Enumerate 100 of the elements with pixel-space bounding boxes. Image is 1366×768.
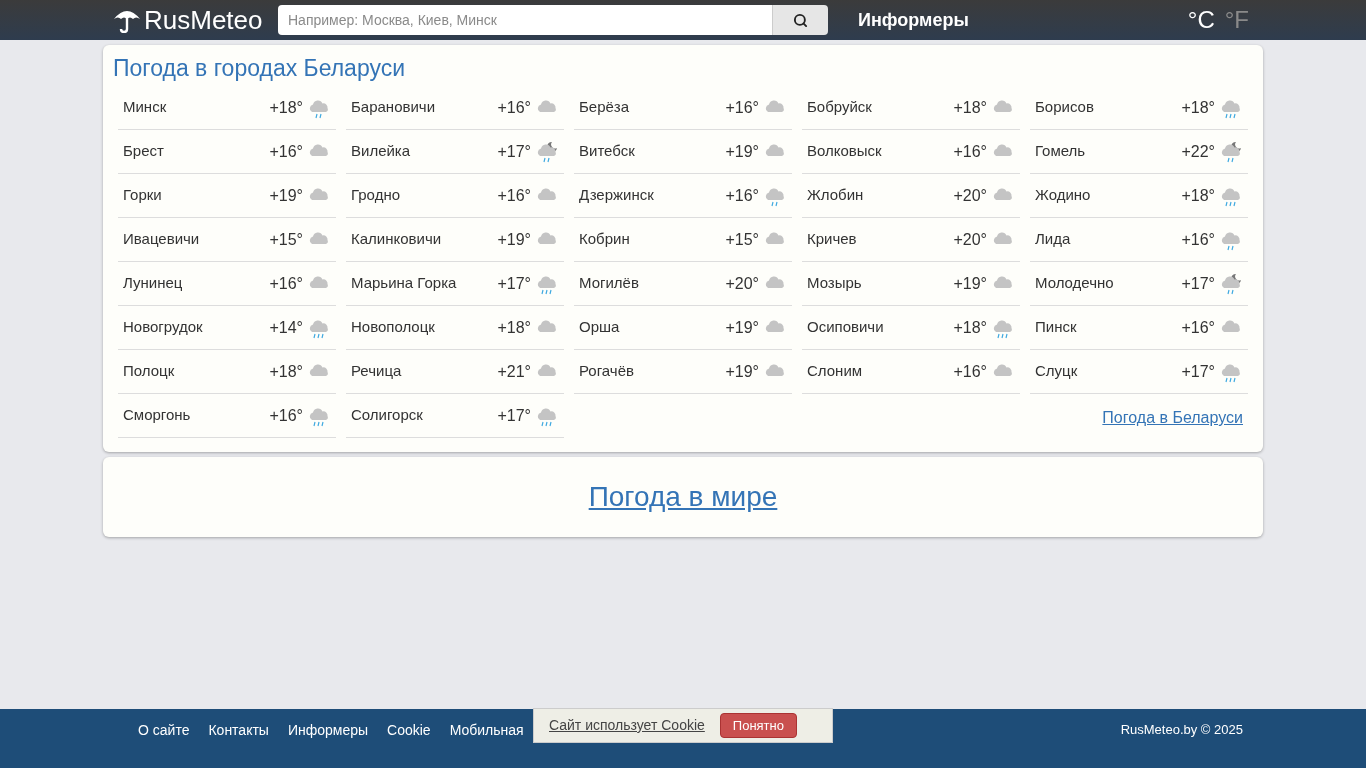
temperature: +16° (1181, 229, 1215, 250)
city-name: Кобрин (579, 229, 631, 250)
city-name: Слуцк (1035, 361, 1079, 382)
temperature: +17° (1181, 361, 1215, 382)
temperature: +18° (497, 317, 531, 338)
temperature: +16° (725, 185, 759, 206)
temperature: +16° (497, 97, 531, 118)
city-name: Орша (579, 317, 621, 338)
temperature: +15° (269, 229, 303, 250)
city-row[interactable]: Витебск +19° (574, 130, 792, 174)
site-logo[interactable]: RusMeteo (144, 7, 263, 33)
accept-button[interactable]: Понятно (719, 712, 797, 739)
city-row[interactable]: Волковыск +16° (802, 130, 1020, 174)
city-row[interactable]: Полоцк +18° (118, 350, 336, 394)
world-weather-link[interactable]: Погода в мире (588, 476, 778, 518)
temperature: +21° (497, 361, 531, 382)
city-name: Речица (351, 361, 403, 382)
temperature: +16° (269, 141, 303, 162)
city-row[interactable]: Сморгонь +16° (118, 394, 336, 438)
city-row[interactable]: Барановичи +16° (346, 86, 564, 130)
city-name: Волковыск (807, 141, 883, 162)
city-row[interactable]: Гродно +16° (346, 174, 564, 218)
search-button[interactable] (772, 5, 828, 35)
city-name: Лунинец (123, 273, 184, 294)
search-icon (793, 12, 808, 28)
footer-link[interactable]: Мобильная (449, 720, 524, 741)
city-name: Марьина Горка (351, 273, 458, 294)
temperature: +19° (269, 185, 303, 206)
footer-link[interactable]: О сайте (138, 720, 190, 741)
city-name: Солигорск (351, 405, 424, 426)
city-row[interactable]: Слуцк +17° (1030, 350, 1248, 394)
city-row[interactable]: Минск +18° (118, 86, 336, 130)
footer-link[interactable]: Контакты (208, 720, 269, 741)
temperature: +19° (725, 317, 759, 338)
belarus-weather-link[interactable]: Погода в Беларуси (1102, 406, 1243, 430)
city-row[interactable]: Жодино +18° (1030, 174, 1248, 218)
city-row[interactable]: Солигорск +17° (346, 394, 564, 438)
cookie-notice-link[interactable]: Сайт использует Cookie (549, 715, 705, 736)
city-row[interactable]: Мозырь +19° (802, 262, 1020, 306)
city-row[interactable]: Вилейка +17° (346, 130, 564, 174)
city-row[interactable]: Жлобин +20° (802, 174, 1020, 218)
city-name: Бобруйск (807, 97, 873, 118)
city-name: Калинковичи (351, 229, 443, 250)
temperature: +18° (953, 97, 987, 118)
city-row[interactable]: Горки +19° (118, 174, 336, 218)
temperature: +19° (953, 273, 987, 294)
temperature: +18° (269, 361, 303, 382)
city-row[interactable]: Молодечно +17° (1030, 262, 1248, 306)
city-row[interactable]: Лида +16° (1030, 218, 1248, 262)
city-name: Брест (123, 141, 165, 162)
city-row[interactable]: Осиповичи +18° (802, 306, 1020, 350)
temperature: +16° (1181, 317, 1215, 338)
footer-link[interactable]: Информеры (287, 720, 369, 741)
city-row[interactable]: Брест +16° (118, 130, 336, 174)
city-name: Берёза (579, 97, 631, 118)
unit-toggle[interactable]: °C (1187, 8, 1215, 32)
city-row[interactable]: Слоним +16° (802, 350, 1020, 394)
footer-link[interactable]: Cookie (387, 720, 431, 741)
temperature: +20° (725, 273, 759, 294)
city-row[interactable]: Пинск +16° (1030, 306, 1248, 350)
moon-rain-cloud-icon (535, 140, 559, 163)
city-row[interactable]: Калинковичи +19° (346, 218, 564, 262)
city-row[interactable]: Рогачёв +19° (574, 350, 792, 394)
city-row[interactable]: Могилёв +20° (574, 262, 792, 306)
city-name: Слоним (807, 361, 864, 382)
city-name: Гродно (351, 185, 401, 206)
city-name: Кричев (807, 229, 858, 250)
city-row[interactable]: Лунинец +16° (118, 262, 336, 306)
city-row[interactable]: Борисов +18° (1030, 86, 1248, 130)
city-name: Осиповичи (807, 317, 885, 338)
temperature: +16° (953, 361, 987, 382)
temperature: +14° (269, 317, 303, 338)
temperature: +20° (953, 229, 987, 250)
city-row[interactable]: Берёза +16° (574, 86, 792, 130)
city-name: Новополоцк (351, 317, 436, 338)
city-row[interactable]: Новополоцк +18° (346, 306, 564, 350)
city-row[interactable]: Дзержинск +16° (574, 174, 792, 218)
city-row[interactable]: Речица +21° (346, 350, 564, 394)
temperature: +15° (725, 229, 759, 250)
city-row[interactable]: Гомель +22° (1030, 130, 1248, 174)
search-field[interactable]: Например: Москва, Киев, Минск (278, 5, 772, 35)
city-row[interactable]: Бобруйск +18° (802, 86, 1020, 130)
temperature: +19° (725, 141, 759, 162)
temperature: +16° (269, 405, 303, 426)
informers-link[interactable]: Информеры (858, 6, 969, 34)
city-name: Новогрудок (123, 317, 204, 338)
city-name: Барановичи (351, 97, 437, 118)
city-row[interactable]: Ивацевичи +15° (118, 218, 336, 262)
city-row[interactable]: Кобрин +15° (574, 218, 792, 262)
city-row[interactable]: Орша +19° (574, 306, 792, 350)
copyright: RusMeteo.by © 2025 (1120, 721, 1243, 739)
city-name: Борисов (1035, 97, 1095, 118)
city-name: Молодечно (1035, 273, 1115, 294)
temperature: +18° (1181, 97, 1215, 118)
city-row[interactable]: Кричев +20° (802, 218, 1020, 262)
city-row[interactable]: Новогрудок +14° (118, 306, 336, 350)
city-row[interactable]: Марьина Горка +17° (346, 262, 564, 306)
city-name: Жодино (1035, 185, 1092, 206)
city-name: Могилёв (579, 273, 640, 294)
temperature: +18° (269, 97, 303, 118)
